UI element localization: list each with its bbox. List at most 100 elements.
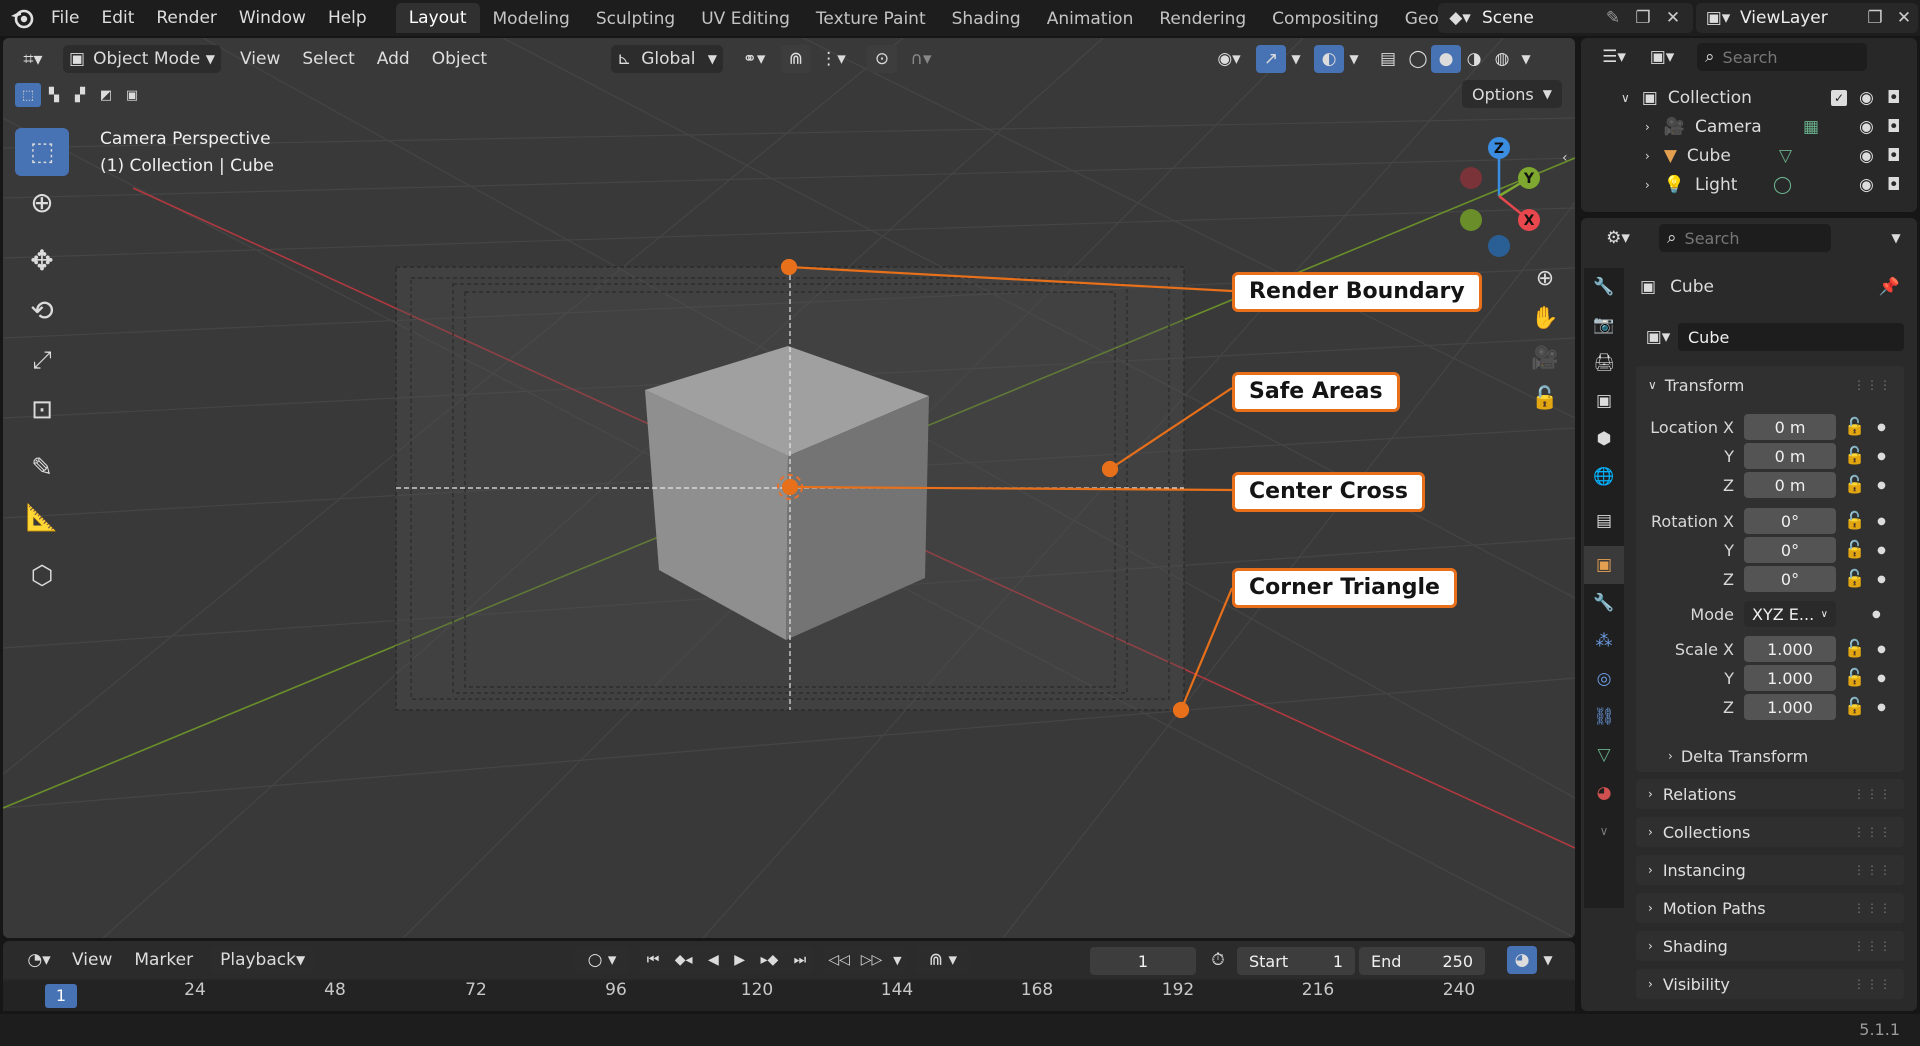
jump-end-icon[interactable]: ⏭ (794, 952, 807, 968)
drag-handle-icon[interactable]: ⋮⋮⋮ (1853, 939, 1892, 953)
tab-physics[interactable]: ◎ (1584, 660, 1624, 698)
keyframe-nav[interactable]: ◁◁ ▷▷ ▼ (823, 946, 907, 974)
tab-animation[interactable]: Animation (1034, 3, 1147, 36)
tab-rendering[interactable]: Rendering (1146, 3, 1259, 36)
select-extend-icon[interactable]: ▚ (41, 83, 67, 107)
camera-render-icon[interactable]: ◘ (1887, 88, 1900, 108)
drag-handle-icon[interactable]: ⋮⋮⋮ (1853, 787, 1892, 801)
annotate-tool[interactable]: ✎ (15, 444, 69, 492)
gizmo-dropdown-icon[interactable]: ▼ (1286, 45, 1306, 73)
xray-icon[interactable]: ▤ (1373, 45, 1403, 73)
rotation-mode-dropdown[interactable]: XYZ E... ∨ (1744, 601, 1836, 627)
zoom-icon[interactable]: ⊕ (1525, 258, 1565, 298)
move-tool[interactable]: ✥ (15, 236, 69, 284)
end-frame-field[interactable]: End 250 (1359, 947, 1485, 975)
start-frame-field[interactable]: Start 1 (1237, 947, 1355, 975)
select-box-tool[interactable]: ⬚ (15, 128, 69, 176)
eye-icon[interactable]: ◉ (1859, 146, 1874, 166)
expand-arrow-icon[interactable]: › (1645, 178, 1650, 192)
select-subtract-icon[interactable]: ▞ (67, 83, 93, 107)
keyframe-dot-icon[interactable]: ● (1877, 673, 1886, 684)
camera-render-icon[interactable]: ◘ (1887, 117, 1900, 137)
current-frame-field[interactable]: 1 (1090, 947, 1196, 975)
tab-modifiers[interactable]: 🔧 (1584, 584, 1624, 622)
drag-handle-icon[interactable]: ⋮⋮⋮ (1853, 825, 1892, 839)
timeline-editor-type-icon[interactable]: ◔▾ (17, 946, 61, 974)
jump-start-icon[interactable]: ⏮ (647, 952, 660, 968)
tab-output[interactable]: 🖨 (1584, 344, 1624, 382)
material-shading-icon[interactable]: ◑ (1459, 45, 1489, 73)
tab-collection[interactable]: ▤ (1584, 502, 1624, 540)
keyframe-dot-icon[interactable]: ● (1877, 574, 1886, 585)
tab-tool[interactable]: 🔧 (1584, 268, 1624, 306)
playback-dropdown[interactable]: Playback ▼ (210, 946, 315, 974)
menu-help[interactable]: Help (317, 8, 378, 28)
menu-edit[interactable]: Edit (90, 8, 145, 28)
rotation-y-field[interactable]: 0° (1744, 537, 1836, 563)
panel-relations[interactable]: › Relations ⋮⋮⋮ (1636, 779, 1904, 809)
outliner-editor-type-icon[interactable]: ☰▾ (1593, 43, 1635, 71)
transform-orientation-dropdown[interactable]: ⊾ Global ▼ (611, 45, 723, 73)
delta-transform-subpanel[interactable]: › Delta Transform (1636, 741, 1904, 771)
vp-menu-view[interactable]: View (229, 49, 291, 69)
cursor-tool[interactable]: ⊕ (15, 178, 69, 226)
keyframe-dot-icon[interactable]: ● (1877, 480, 1886, 491)
tab-view-layer[interactable]: ▣ (1584, 382, 1624, 420)
new-scene-icon[interactable]: ❐ (1628, 8, 1658, 28)
tab-geometry-nodes[interactable]: Geometr (1392, 3, 1441, 36)
object-name-field[interactable]: Cube (1678, 323, 1904, 351)
chevron-down-icon[interactable]: ▼ (893, 954, 901, 967)
lock-icon[interactable]: 🔓 (1844, 668, 1865, 688)
shading-dropdown-icon[interactable]: ▼ (1515, 45, 1537, 73)
play-icon[interactable]: ▶ (734, 952, 745, 968)
options-dropdown[interactable]: Options ▼ (1462, 80, 1562, 108)
tab-object[interactable]: ▣ (1584, 546, 1624, 584)
solid-shading-icon[interactable]: ● (1431, 45, 1461, 73)
add-cube-tool[interactable]: ⬡ (15, 552, 69, 600)
measure-tool[interactable]: 📐 (15, 494, 69, 542)
auto-keying[interactable]: ⋒ ▾ (915, 946, 971, 974)
drag-handle-icon[interactable]: ⋮⋮⋮ (1853, 977, 1892, 991)
drag-handle-icon[interactable]: ⋮⋮⋮ (1853, 901, 1892, 915)
location-y-field[interactable]: 0 m (1744, 443, 1836, 469)
scale-x-field[interactable]: 1.000 (1744, 636, 1836, 662)
timeline-menu-marker[interactable]: Marker (123, 950, 204, 970)
tab-shading[interactable]: Shading (939, 3, 1034, 36)
outliner-search[interactable]: ⌕ Search (1697, 43, 1867, 71)
properties-editor-type-icon[interactable]: ⚙▾ (1597, 224, 1639, 252)
stopwatch-icon[interactable]: ⏱ (1203, 946, 1233, 974)
scale-z-field[interactable]: 1.000 (1744, 694, 1836, 720)
remove-view-layer-icon[interactable]: ✕ (1890, 8, 1918, 28)
expand-arrow-icon[interactable]: ∨ (1621, 91, 1630, 105)
keyframe-dot-icon[interactable]: ● (1877, 516, 1886, 527)
vp-menu-select[interactable]: Select (291, 49, 365, 69)
viewport-area[interactable]: ⌗▾ ▣ Object Mode ▼ View Select Add Objec… (3, 38, 1575, 938)
keyframe-dot-icon[interactable]: ● (1877, 422, 1886, 433)
gizmo-toggle-icon[interactable]: ↗ (1256, 45, 1286, 73)
rotation-z-field[interactable]: 0° (1744, 566, 1836, 592)
panel-instancing[interactable]: › Instancing ⋮⋮⋮ (1636, 855, 1904, 885)
view-layer-selector[interactable]: ▣▾ ViewLayer ❐ ✕ (1696, 3, 1918, 33)
rotation-x-field[interactable]: 0° (1744, 508, 1836, 534)
lock-view-icon[interactable]: 🔓 (1525, 378, 1565, 418)
eye-icon[interactable]: ◉ (1859, 88, 1874, 108)
camera-render-icon[interactable]: ◘ (1887, 175, 1900, 195)
drag-handle-icon[interactable]: ⋮⋮⋮ (1853, 863, 1892, 877)
pivot-point-icon[interactable]: ⚭▾ (731, 45, 777, 73)
tab-sculpting[interactable]: Sculpting (583, 3, 688, 36)
timeline-menu-view[interactable]: View (61, 950, 123, 970)
mesh-data-icon[interactable]: ▽ (1779, 146, 1792, 166)
outliner-row-camera[interactable]: › 🎥 Camera ▦ ◉ ◘ (1581, 113, 1917, 141)
overlays-dropdown-icon[interactable]: ▼ (1344, 45, 1364, 73)
lock-icon[interactable]: 🔓 (1844, 417, 1865, 437)
camera-view-icon[interactable]: 🎥 (1525, 338, 1565, 378)
lock-icon[interactable]: 🔓 (1844, 475, 1865, 495)
menu-file[interactable]: File (40, 8, 90, 28)
new-view-layer-icon[interactable]: ❐ (1860, 8, 1890, 28)
tab-world[interactable]: 🌐 (1584, 458, 1624, 496)
next-keyframe-icon[interactable]: ▸◆ (760, 952, 778, 968)
tab-scene[interactable]: ⬢ (1584, 420, 1624, 458)
location-x-field[interactable]: 0 m (1744, 414, 1836, 440)
select-intersect-icon[interactable]: ▣ (119, 83, 145, 107)
lock-icon[interactable]: 🔓 (1844, 446, 1865, 466)
